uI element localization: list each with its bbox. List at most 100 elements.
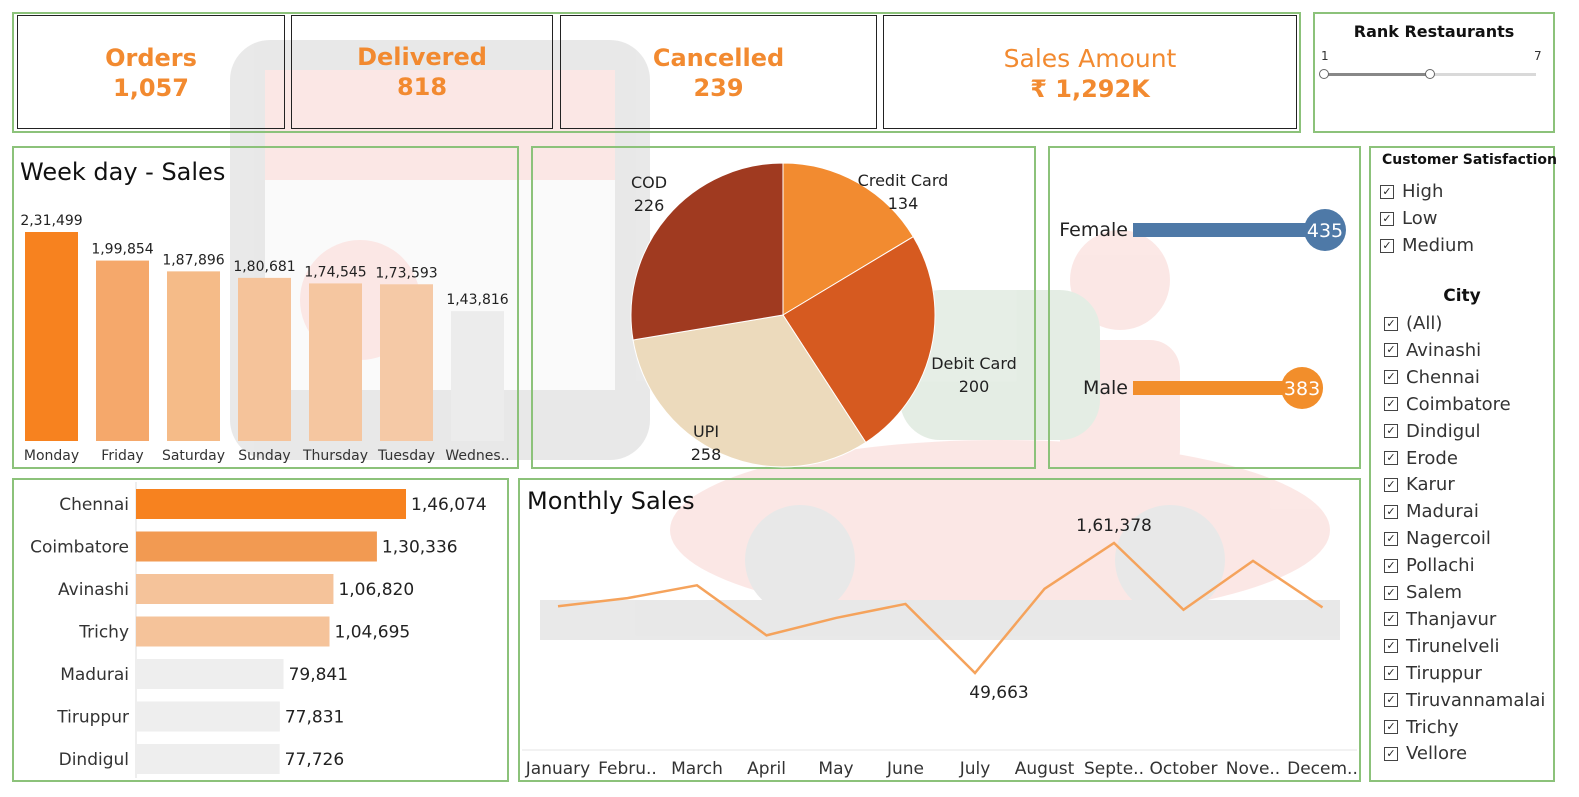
checkbox-icon[interactable]: ✓ bbox=[1384, 477, 1398, 492]
kpi-cancelled: Cancelled 239 bbox=[560, 15, 877, 129]
city-filter-option-label: Thanjavur bbox=[1406, 608, 1497, 630]
city-filter-option[interactable]: ✓ Karur bbox=[1384, 474, 1455, 495]
city-bar[interactable] bbox=[136, 701, 280, 732]
checkbox-icon[interactable]: ✓ bbox=[1384, 424, 1398, 439]
city-filter-option[interactable]: ✓ Erode bbox=[1384, 448, 1458, 469]
city-bar[interactable] bbox=[136, 531, 377, 562]
weekday-bar[interactable] bbox=[309, 283, 362, 441]
city-bar[interactable] bbox=[136, 489, 406, 519]
city-bar[interactable] bbox=[136, 616, 330, 647]
city-bar[interactable] bbox=[136, 744, 280, 774]
city-category-label: Chennai bbox=[59, 495, 129, 515]
city-filter-option-label: Pollachi bbox=[1406, 555, 1475, 577]
pie-slice-value: 200 bbox=[959, 377, 990, 396]
month-axis-label: October bbox=[1149, 759, 1217, 779]
kpi-sales-amount: Sales Amount ₹ 1,292K bbox=[883, 15, 1297, 129]
checkbox-icon[interactable]: ✓ bbox=[1384, 370, 1398, 385]
checkbox-icon[interactable]: ✓ bbox=[1384, 504, 1398, 519]
checkbox-icon[interactable]: ✓ bbox=[1384, 666, 1398, 681]
customer-satisfaction-title: Customer Satisfaction bbox=[1382, 152, 1558, 168]
pie-slice-value: 226 bbox=[634, 196, 665, 215]
kpi-cancelled-label: Cancelled bbox=[652, 44, 785, 72]
city-filter-option[interactable]: ✓ (All) bbox=[1384, 313, 1442, 334]
weekday-bar-value-label: 1,87,896 bbox=[162, 252, 224, 268]
city-bar-value-label: 1,06,820 bbox=[338, 580, 414, 600]
city-filter-option-label: Avinashi bbox=[1406, 339, 1482, 361]
kpi-orders: Orders 1,057 bbox=[17, 15, 285, 129]
city-bar-value-label: 1,46,074 bbox=[411, 495, 487, 515]
city-filter-option[interactable]: ✓ Chennai bbox=[1384, 367, 1480, 388]
city-filter-option-label: Salem bbox=[1406, 582, 1463, 603]
city-filter-option[interactable]: ✓ Salem bbox=[1384, 582, 1462, 603]
customer-satisfaction-option-label: High bbox=[1402, 181, 1444, 202]
city-filter-option[interactable]: ✓ Tiruppur bbox=[1384, 663, 1482, 684]
city-category-label: Trichy bbox=[78, 623, 129, 643]
checkbox-icon[interactable]: ✓ bbox=[1384, 585, 1398, 600]
checkbox-icon[interactable]: ✓ bbox=[1384, 397, 1398, 412]
pie-slice-value: 258 bbox=[691, 445, 722, 464]
weekday-bar[interactable] bbox=[96, 260, 149, 441]
city-category-label: Dindigul bbox=[59, 750, 129, 770]
weekday-bar[interactable] bbox=[380, 284, 433, 441]
month-axis-label: July bbox=[959, 759, 991, 779]
city-filter-option[interactable]: ✓ Avinashi bbox=[1384, 340, 1481, 361]
customer-satisfaction-option[interactable]: ✓ Medium bbox=[1380, 235, 1474, 256]
checkbox-icon[interactable]: ✓ bbox=[1384, 343, 1398, 358]
checkbox-icon[interactable]: ✓ bbox=[1384, 451, 1398, 465]
city-filter-option[interactable]: ✓ Tirunelveli bbox=[1384, 636, 1499, 657]
checkbox-icon[interactable]: ✓ bbox=[1384, 558, 1398, 573]
city-filter-option[interactable]: ✓ Tiruvannamalai bbox=[1384, 690, 1545, 711]
rank-slider-min-handle[interactable] bbox=[1319, 69, 1329, 79]
gender-category-label: Male bbox=[1083, 377, 1128, 399]
city-bar-value-label: 77,726 bbox=[285, 750, 344, 770]
city-sales-chart: Chennai 1,46,074 Coimbatore 1,30,336 Avinash… bbox=[30, 482, 487, 778]
city-bar[interactable] bbox=[136, 574, 334, 604]
customer-satisfaction-option[interactable]: ✓ Low bbox=[1380, 208, 1437, 229]
gender-bar[interactable] bbox=[1133, 223, 1325, 237]
weekday-sales-title: Week day - Sales bbox=[20, 158, 226, 186]
pie-slice-value: 134 bbox=[888, 194, 919, 213]
checkbox-icon[interactable]: ✓ bbox=[1380, 211, 1394, 226]
city-filter-option-label: (All) bbox=[1406, 313, 1443, 334]
weekday-bar[interactable] bbox=[451, 311, 504, 441]
city-filter-option[interactable]: ✓ Pollachi bbox=[1384, 555, 1475, 576]
city-filter-option-label: Tirunelveli bbox=[1406, 635, 1500, 657]
weekday-bar-value-label: 2,31,499 bbox=[20, 213, 82, 229]
weekday-bar-value-label: 1,74,545 bbox=[304, 264, 366, 280]
city-filter-option[interactable]: ✓ Thanjavur bbox=[1384, 609, 1496, 630]
city-filter-option[interactable]: ✓ Nagercoil bbox=[1384, 528, 1491, 549]
checkbox-icon[interactable]: ✓ bbox=[1384, 316, 1398, 331]
payment-method-pie-chart: Credit Card 134 Debit Card 200 UPI 258 COD 226 bbox=[630, 162, 1017, 468]
city-filter-option[interactable]: ✓ Vellore bbox=[1384, 743, 1467, 764]
checkbox-icon[interactable]: ✓ bbox=[1384, 612, 1398, 627]
checkbox-icon[interactable]: ✓ bbox=[1384, 746, 1398, 761]
weekday-bar[interactable] bbox=[238, 277, 291, 441]
city-filter-option[interactable]: ✓ Coimbatore bbox=[1384, 394, 1511, 415]
city-bar-value-label: 1,30,336 bbox=[382, 538, 458, 558]
city-filter-option[interactable]: ✓ Trichy bbox=[1384, 717, 1459, 738]
city-filter-option[interactable]: ✓ Madurai bbox=[1384, 501, 1479, 522]
city-filter-option-label: Erode bbox=[1406, 447, 1458, 469]
monthly-sales-line[interactable] bbox=[557, 541, 1324, 675]
gender-bar-value: 383 bbox=[1284, 378, 1320, 400]
city-filter-option[interactable]: ✓ Dindigul bbox=[1384, 421, 1481, 442]
month-axis-label: Septe.. bbox=[1084, 759, 1144, 779]
checkbox-icon[interactable]: ✓ bbox=[1384, 720, 1398, 734]
monthly-sales-chart: January Febru.. March April May June July Augus… bbox=[522, 516, 1358, 779]
month-axis-label: August bbox=[1015, 759, 1075, 779]
checkbox-icon[interactable]: ✓ bbox=[1384, 531, 1398, 546]
checkbox-icon[interactable]: ✓ bbox=[1384, 693, 1398, 708]
gender-category-label: Female bbox=[1059, 219, 1128, 241]
checkbox-icon[interactable]: ✓ bbox=[1380, 184, 1394, 199]
weekday-bar[interactable] bbox=[167, 271, 220, 441]
rank-slider-max-handle[interactable] bbox=[1425, 69, 1435, 79]
gender-bar[interactable] bbox=[1133, 381, 1303, 395]
checkbox-icon[interactable]: ✓ bbox=[1380, 238, 1394, 253]
checkbox-icon[interactable]: ✓ bbox=[1384, 639, 1398, 654]
city-bar-value-label: 77,831 bbox=[285, 708, 344, 728]
city-filter-option-label: Madurai bbox=[1406, 501, 1479, 523]
kpi-orders-value: 1,057 bbox=[113, 74, 189, 102]
weekday-bar[interactable] bbox=[25, 232, 78, 441]
city-bar[interactable] bbox=[136, 659, 284, 689]
customer-satisfaction-option[interactable]: ✓ High bbox=[1380, 181, 1443, 202]
